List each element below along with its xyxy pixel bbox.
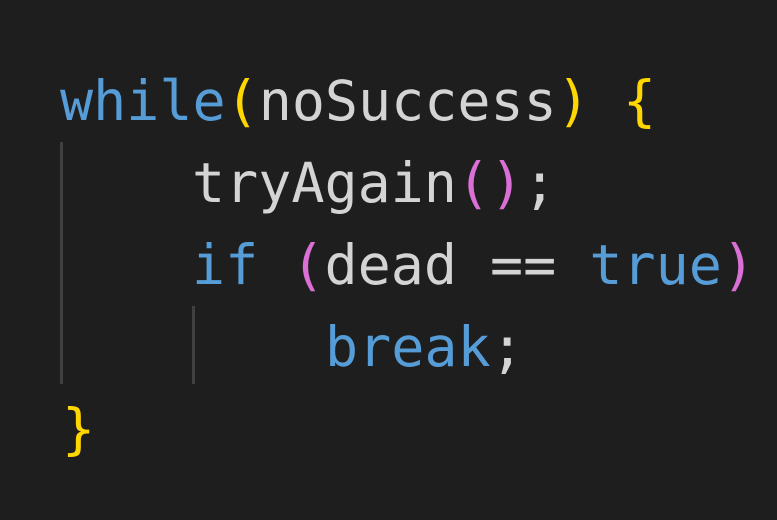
- code-line-5[interactable]: }: [62, 388, 95, 470]
- code-editor[interactable]: while(noSuccess) { tryAgain(); if (dead …: [0, 0, 777, 520]
- comparison-expression: dead ==: [324, 233, 590, 297]
- if-open-paren: (: [291, 233, 325, 297]
- code-line-4[interactable]: break;: [325, 306, 524, 388]
- indent-guide-inner: [192, 306, 195, 384]
- code-line-1[interactable]: while(noSuccess) {: [60, 60, 656, 142]
- semicolon: ;: [490, 315, 524, 379]
- if-close-paren: ): [721, 233, 755, 297]
- code-line-3[interactable]: if (dead == true): [192, 224, 755, 306]
- keyword-break: break: [325, 315, 491, 379]
- semicolon: ;: [523, 151, 557, 215]
- code-line-2[interactable]: tryAgain();: [192, 142, 556, 224]
- close-paren: ): [556, 69, 590, 133]
- keyword-while: while: [60, 69, 226, 133]
- indent-guide-outer: [60, 142, 63, 384]
- literal-true: true: [589, 233, 722, 297]
- keyword-if: if: [192, 233, 259, 297]
- call-open-paren: (: [456, 151, 491, 215]
- close-brace: }: [62, 397, 96, 461]
- condition-variable: noSuccess: [258, 69, 557, 133]
- open-paren: (: [225, 69, 259, 133]
- open-brace: {: [622, 69, 657, 133]
- function-call-name: tryAgain: [192, 151, 457, 215]
- call-close-paren: ): [490, 151, 524, 215]
